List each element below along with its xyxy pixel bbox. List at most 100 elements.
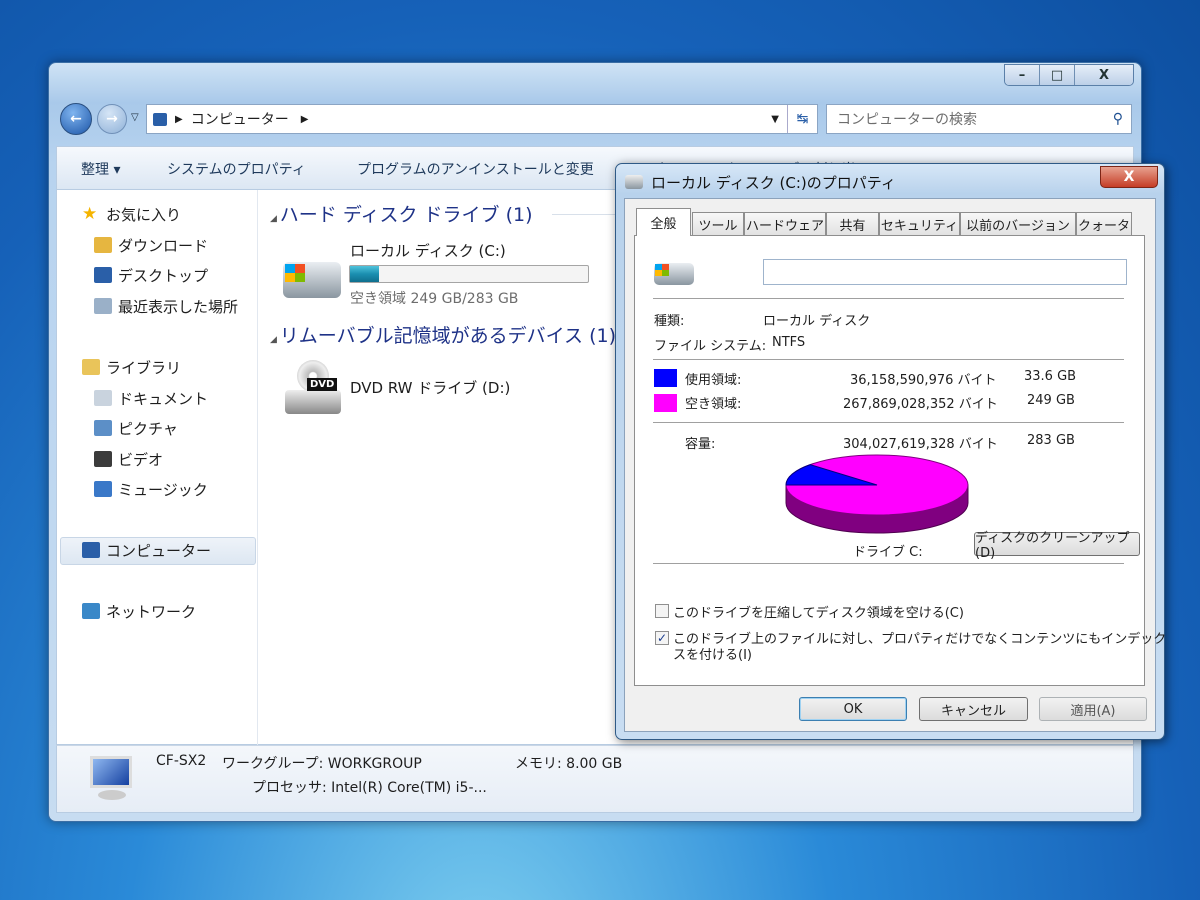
- sidebar-item-label: ライブラリ: [106, 358, 182, 377]
- local-disk-label[interactable]: ローカル ディスク (C:): [350, 240, 506, 261]
- pie-caption: ドライブ C:: [853, 545, 923, 560]
- back-button[interactable]: ←: [60, 103, 92, 135]
- search-placeholder: コンピューターの検索: [837, 112, 977, 128]
- minimize-button[interactable]: –: [1005, 65, 1041, 85]
- memory: メモリ: 8.00 GB: [515, 756, 623, 772]
- disk-cleanup-button[interactable]: ディスクのクリーンアップ(D): [974, 531, 1140, 561]
- sidebar-item[interactable]: ネットワーク: [82, 598, 196, 624]
- sidebar-item[interactable]: ミュージック: [94, 476, 208, 502]
- library-icon: [82, 359, 100, 375]
- close-button[interactable]: X: [1075, 65, 1133, 85]
- capacity-label: 容量:: [685, 437, 716, 452]
- compress-label[interactable]: このドライブを圧縮してディスク領域を空ける(C): [673, 602, 964, 621]
- sidebar-item[interactable]: ライブラリ: [82, 354, 181, 380]
- type-value: ローカル ディスク: [763, 314, 871, 329]
- documents-icon: [94, 390, 112, 406]
- compress-checkbox[interactable]: [655, 604, 669, 618]
- processor: プロセッサ: Intel(R) Core(TM) i5-...: [252, 780, 487, 796]
- tab-0[interactable]: 全般: [636, 208, 691, 236]
- address-dropdown-icon[interactable]: ▼: [771, 114, 779, 125]
- divider: [653, 359, 1124, 361]
- disk-usage-pie-chart: [785, 454, 969, 534]
- sidebar-item-label: 最近表示した場所: [118, 297, 239, 316]
- system-properties-button[interactable]: システムのプロパティ: [167, 159, 306, 179]
- computer-large-icon: [82, 756, 134, 802]
- recent-places-icon: [94, 298, 112, 314]
- organize-menu[interactable]: 整理 ▾: [81, 159, 120, 179]
- cancel-button[interactable]: キャンセル: [919, 697, 1028, 721]
- capacity-size: 283 GB: [1027, 433, 1075, 448]
- section-hdd[interactable]: ◢ ハード ディスク ドライブ (1): [270, 200, 533, 227]
- forward-button[interactable]: →: [97, 104, 127, 134]
- download-folder-icon: [94, 237, 112, 253]
- tab-2[interactable]: ハードウェア: [744, 212, 826, 235]
- sidebar-item[interactable]: 最近表示した場所: [94, 293, 238, 319]
- sidebar-item[interactable]: ダウンロード: [94, 232, 208, 258]
- sidebar-item[interactable]: コンピューター: [82, 537, 211, 563]
- free-color-swatch: [654, 394, 677, 412]
- uninstall-program-button[interactable]: プログラムのアンインストールと変更: [357, 159, 594, 179]
- local-disk-free-space: 空き領域 249 GB/283 GB: [350, 291, 519, 307]
- type-label: 種類:: [654, 314, 685, 329]
- sidebar-item-label: ミュージック: [118, 480, 208, 499]
- music-icon: [94, 481, 112, 497]
- free-size: 249 GB: [1027, 393, 1075, 408]
- used-size: 33.6 GB: [1024, 369, 1077, 384]
- sidebar-item[interactable]: デスクトップ: [94, 262, 208, 288]
- sidebar-item[interactable]: ピクチャ: [94, 415, 178, 441]
- workgroup: ワークグループ: WORKGROUP: [222, 756, 422, 772]
- sidebar-item[interactable]: ★ お気に入り: [82, 201, 181, 227]
- breadcrumb-computer[interactable]: コンピューター: [191, 109, 289, 129]
- local-disk-icon: [283, 262, 341, 298]
- filesystem-value: NTFS: [772, 335, 806, 350]
- sidebar-item-label: デスクトップ: [118, 266, 209, 285]
- sidebar-item-label: ダウンロード: [118, 236, 209, 255]
- sidebar-item-label: ピクチャ: [118, 419, 178, 438]
- computer-icon: [153, 112, 167, 126]
- dialog-close-button[interactable]: X: [1100, 166, 1158, 188]
- sidebar-item-label: ネットワーク: [106, 602, 197, 621]
- disk-usage-fill: [350, 266, 379, 282]
- apply-button[interactable]: 適用(A): [1039, 697, 1147, 721]
- divider: [653, 563, 1124, 565]
- search-input[interactable]: コンピューターの検索 ⚲: [826, 104, 1132, 134]
- volume-label-input[interactable]: [763, 259, 1127, 285]
- sidebar-item[interactable]: ドキュメント: [94, 385, 208, 411]
- dvd-drive-label[interactable]: DVD RW ドライブ (D:): [350, 377, 510, 398]
- sidebar-item-label: ビデオ: [118, 450, 164, 469]
- caption-buttons: – □ X: [1004, 64, 1134, 86]
- tab-6[interactable]: クォータ: [1076, 212, 1132, 235]
- star-icon: ★: [82, 204, 98, 224]
- desktop-icon: [94, 267, 112, 283]
- disk-usage-bar: [349, 265, 589, 283]
- free-label: 空き領域:: [685, 397, 742, 412]
- breadcrumb-chevron-icon[interactable]: ▶: [175, 114, 183, 125]
- refresh-icon[interactable]: ↹: [787, 105, 817, 133]
- filesystem-label: ファイル システム:: [654, 339, 767, 354]
- tab-3[interactable]: 共有: [826, 212, 879, 235]
- sidebar-item[interactable]: ビデオ: [94, 446, 163, 472]
- dvd-drive-icon: DVD: [285, 360, 341, 416]
- divider: [653, 422, 1124, 424]
- section-divider: [552, 214, 622, 215]
- videos-icon: [94, 451, 112, 467]
- divider: [653, 298, 1124, 300]
- tab-4[interactable]: セキュリティ: [879, 212, 960, 235]
- computer-icon: [82, 542, 100, 558]
- used-bytes: 36,158,590,976 バイト: [850, 373, 997, 388]
- section-removable[interactable]: ◢ リムーバブル記憶域があるデバイス (1): [270, 321, 615, 348]
- sidebar-item-label: お気に入り: [106, 205, 182, 224]
- tab-5[interactable]: 以前のバージョン: [960, 212, 1076, 235]
- maximize-button[interactable]: □: [1040, 65, 1076, 85]
- used-label: 使用領域:: [685, 373, 742, 388]
- address-bar[interactable]: ▶ コンピューター ▶ ▼ ↹: [146, 104, 818, 134]
- index-label-line2[interactable]: スを付ける(I): [673, 644, 752, 663]
- tab-1[interactable]: ツール: [692, 212, 744, 235]
- arrow-right-icon: →: [106, 111, 118, 127]
- index-checkbox[interactable]: ✓: [655, 631, 669, 645]
- breadcrumb-chevron-icon[interactable]: ▶: [301, 114, 309, 125]
- history-dropdown-icon[interactable]: ▽: [131, 112, 139, 123]
- drive-icon: [625, 175, 643, 189]
- search-icon[interactable]: ⚲: [1113, 111, 1123, 127]
- ok-button[interactable]: OK: [799, 697, 907, 721]
